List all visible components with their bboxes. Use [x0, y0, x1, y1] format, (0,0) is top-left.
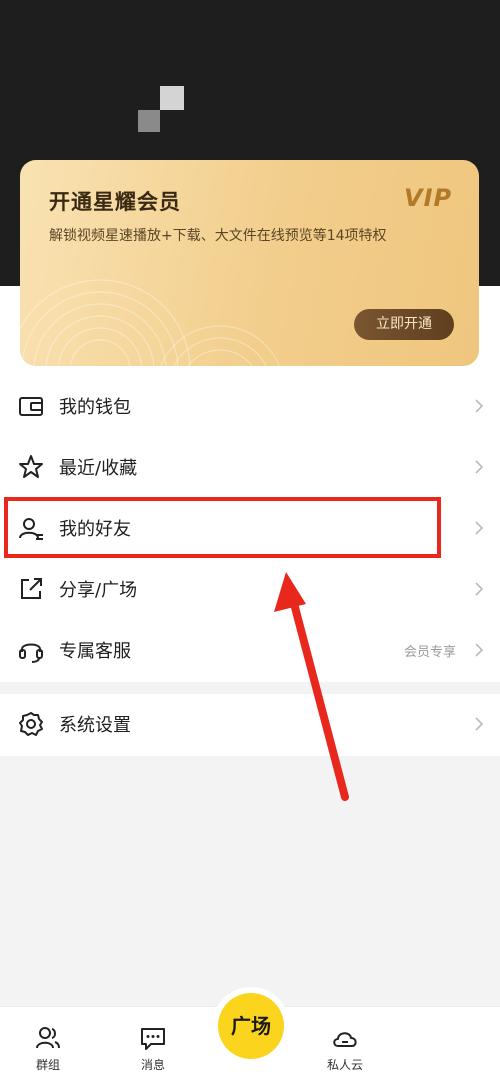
- message-icon: [141, 1028, 165, 1050]
- member-exclusive-tag: 会员专享: [404, 645, 457, 660]
- menu-item-wallet[interactable]: 我的钱包: [0, 376, 500, 436]
- menu-item-share[interactable]: 分享/广场: [0, 559, 500, 619]
- menu-item-recent[interactable]: 最近/收藏: [0, 437, 500, 497]
- chevron-right-icon: [475, 717, 484, 731]
- vip-logo: VIP: [404, 184, 453, 212]
- menu-item-settings[interactable]: 系统设置: [0, 694, 500, 754]
- cloud-icon: [333, 1032, 357, 1047]
- highlight-box: [4, 497, 441, 558]
- tab-label: 私人云: [326, 1058, 363, 1072]
- open-vip-button[interactable]: 立即开通: [354, 309, 454, 340]
- headset-icon: [19, 643, 43, 663]
- vip-card[interactable]: 开通星耀会员 解锁视频星速播放+下载、大文件在线预览等14项特权 VIP 立即开…: [20, 160, 479, 366]
- chevron-right-icon: [475, 643, 484, 657]
- group-icon: [36, 1027, 60, 1049]
- vip-decoration: [20, 279, 280, 366]
- menu-item-label: 专属客服: [59, 641, 131, 662]
- chevron-right-icon: [475, 399, 484, 413]
- menu-item-label: 最近/收藏: [59, 458, 138, 479]
- gear-icon: [19, 712, 43, 736]
- chevron-right-icon: [475, 582, 484, 596]
- avatar[interactable]: [138, 86, 184, 132]
- menu-item-label: 分享/广场: [59, 580, 138, 601]
- tab-label: 消息: [140, 1058, 165, 1072]
- menu-item-support[interactable]: 专属客服 会员专享: [0, 620, 500, 680]
- wallet-icon: [19, 397, 43, 416]
- share-icon: [21, 578, 42, 599]
- chevron-right-icon: [475, 460, 484, 474]
- chevron-right-icon: [475, 521, 484, 535]
- tab-groups[interactable]: 群组: [8, 1007, 88, 1085]
- plaza-button[interactable]: 广场: [218, 993, 284, 1059]
- tab-messages[interactable]: 消息: [113, 1007, 193, 1085]
- vip-description: 解锁视频星速播放+下载、大文件在线预览等14项特权: [49, 228, 387, 244]
- tab-private-cloud[interactable]: 私人云: [305, 1007, 385, 1085]
- vip-title: 开通星耀会员: [49, 190, 181, 214]
- tab-label: 群组: [35, 1058, 60, 1072]
- star-icon: [19, 455, 43, 478]
- menu-item-label: 系统设置: [59, 715, 131, 736]
- menu-item-label: 我的钱包: [59, 397, 131, 418]
